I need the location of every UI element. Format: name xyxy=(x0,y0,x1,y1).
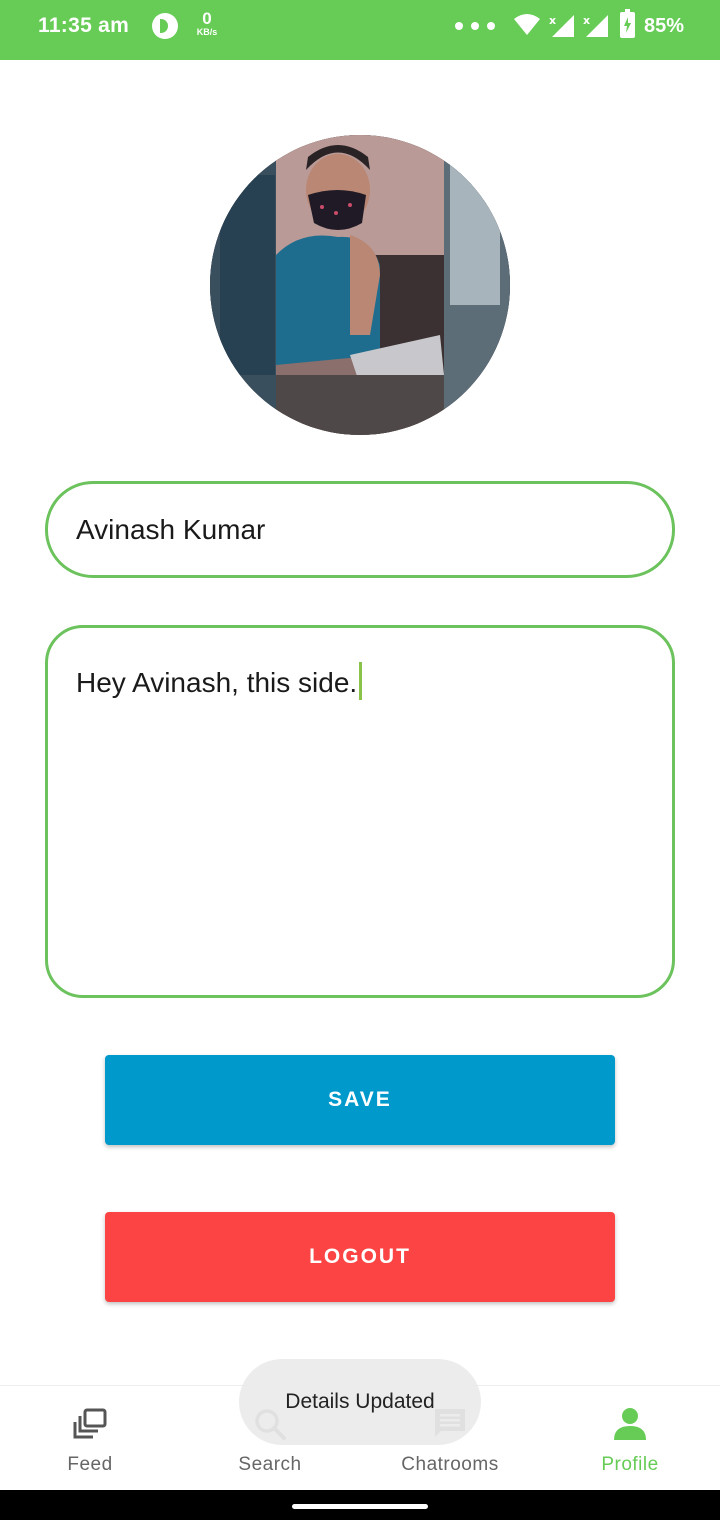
home-gesture-handle[interactable] xyxy=(292,1504,428,1509)
nav-item-profile[interactable]: Profile xyxy=(540,1386,720,1491)
name-input-value: Avinash Kumar xyxy=(76,513,266,545)
save-button[interactable]: SAVE xyxy=(105,1055,615,1145)
system-navigation-bar xyxy=(0,1490,720,1520)
name-input[interactable]: Avinash Kumar xyxy=(45,481,675,578)
profile-avatar[interactable] xyxy=(210,135,510,435)
network-speed: 0 KB/s xyxy=(191,10,223,37)
bio-input-value: Hey Avinash, this side. xyxy=(76,667,358,698)
nav-item-feed[interactable]: Feed xyxy=(0,1386,180,1491)
more-dots-icon xyxy=(455,22,495,30)
svg-text:x: x xyxy=(583,14,590,27)
app-notification-icon xyxy=(152,13,178,39)
nav-label-search: Search xyxy=(238,1454,302,1475)
profile-photo xyxy=(210,135,510,435)
text-caret xyxy=(359,662,363,700)
logout-button[interactable]: LOGOUT xyxy=(105,1212,615,1302)
bio-input[interactable]: Hey Avinash, this side. xyxy=(45,625,675,998)
battery-percentage: 85% xyxy=(644,15,685,37)
status-time: 11:35 am xyxy=(38,14,130,37)
toast-message: Details Updated xyxy=(239,1359,481,1445)
nav-label-feed: Feed xyxy=(67,1454,113,1475)
status-bar: 11:35 am 0 KB/s x x 85% xyxy=(0,0,720,60)
wifi-icon xyxy=(514,14,540,35)
signal-icon: x xyxy=(549,14,574,37)
battery-charging-icon xyxy=(620,9,635,38)
network-speed-unit: KB/s xyxy=(196,27,218,37)
profile-screen: 11:35 am 0 KB/s x x 85% Avinash Kumar He… xyxy=(0,0,720,1520)
feed-icon xyxy=(73,1408,107,1439)
nav-label-chatrooms: Chatrooms xyxy=(401,1454,499,1475)
person-icon xyxy=(614,1408,646,1440)
network-speed-value: 0 xyxy=(202,9,212,28)
signal-icon: x xyxy=(583,14,608,37)
svg-text:x: x xyxy=(549,14,556,27)
nav-label-profile: Profile xyxy=(601,1454,659,1475)
